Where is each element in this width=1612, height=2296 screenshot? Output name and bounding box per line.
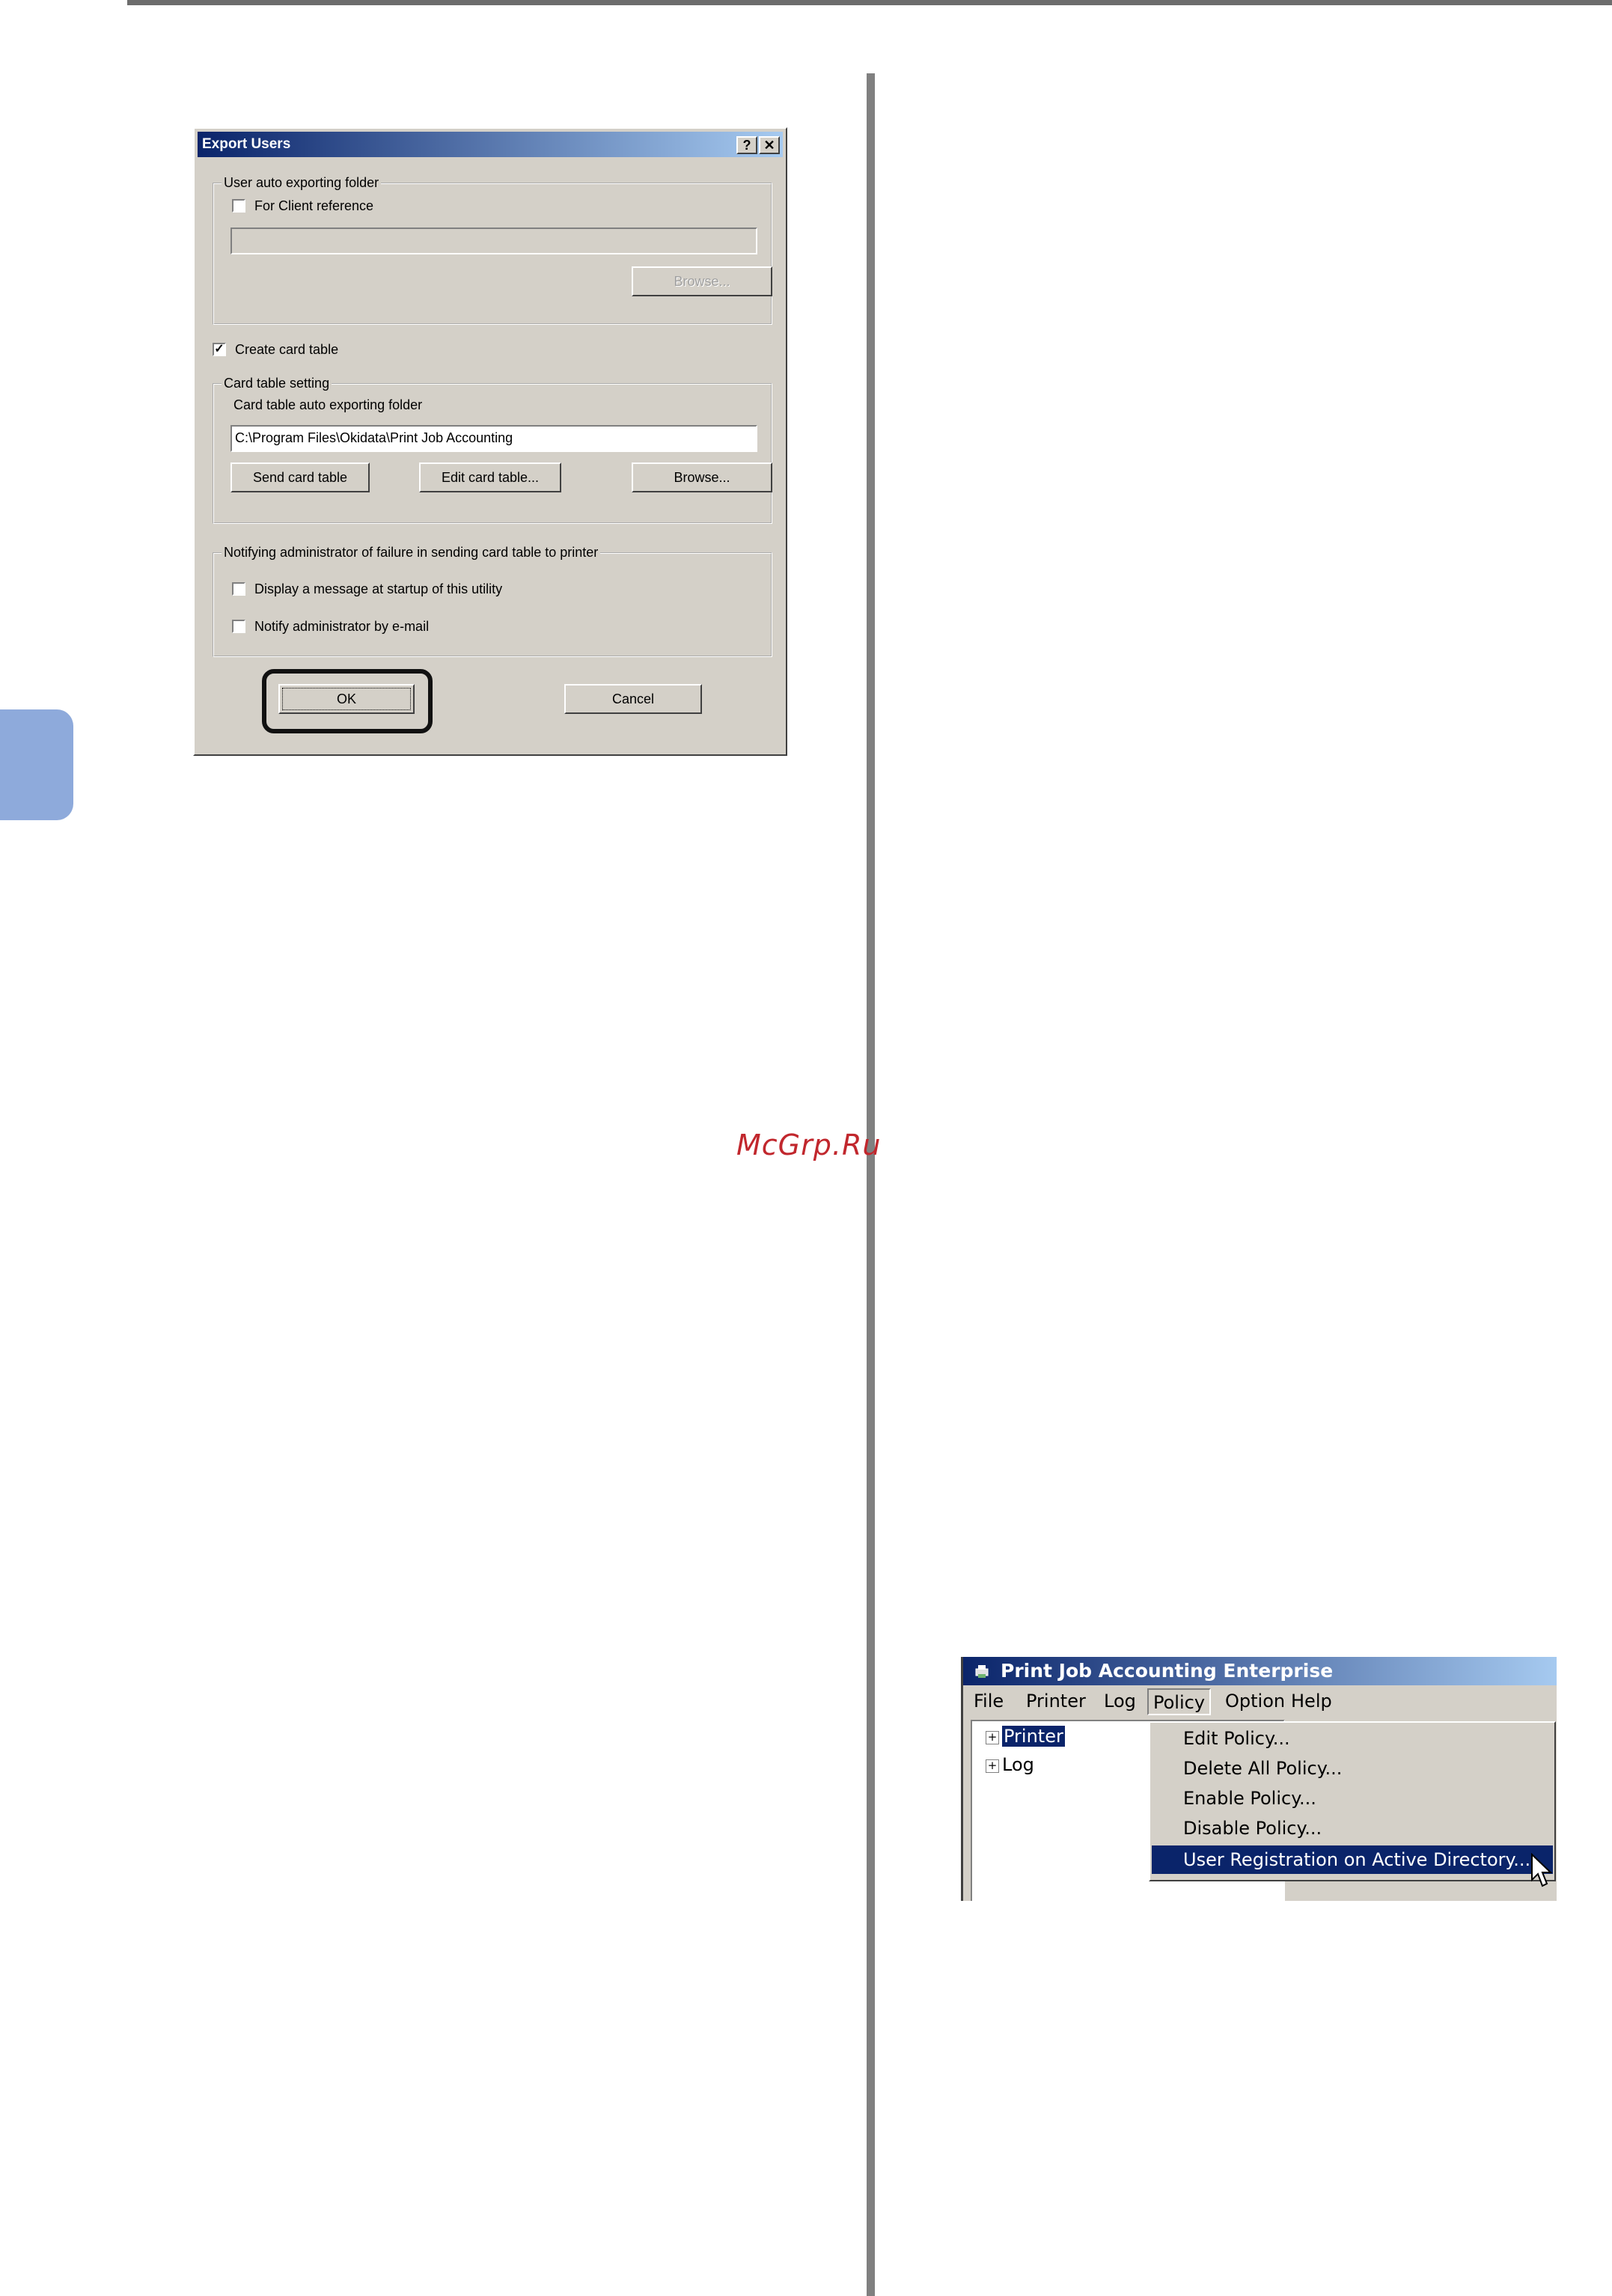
menu-help[interactable]: Help bbox=[1286, 1688, 1337, 1715]
card-folder-label: Card table auto exporting folder bbox=[233, 397, 423, 412]
edit-card-table-button[interactable]: Edit card table... bbox=[419, 462, 561, 492]
notify-email-label: Notify administrator by e-mail bbox=[254, 619, 430, 634]
create-card-table-checkbox[interactable]: ✓ bbox=[213, 343, 226, 356]
expand-icon[interactable]: + bbox=[986, 1759, 999, 1773]
tree-label-log[interactable]: Log bbox=[1002, 1754, 1034, 1775]
menu-option[interactable]: Option bbox=[1221, 1688, 1289, 1715]
menu-item-delete-all-policy[interactable]: Delete All Policy... bbox=[1152, 1754, 1553, 1783]
policy-dropdown-menu: Edit Policy... Delete All Policy... Enab… bbox=[1149, 1721, 1556, 1881]
chapter-tab bbox=[0, 709, 73, 820]
pja-window: Print Job Accounting Enterprise File Pri… bbox=[961, 1657, 1557, 1901]
client-folder-path-field[interactable] bbox=[230, 228, 757, 254]
menu-file[interactable]: File bbox=[969, 1688, 1008, 1715]
ok-button-callout bbox=[262, 669, 433, 733]
tree-node-log[interactable]: + Log bbox=[986, 1754, 1034, 1777]
column-divider bbox=[867, 73, 875, 2296]
menu-item-user-registration-ad[interactable]: User Registration on Active Directory... bbox=[1152, 1845, 1553, 1874]
top-rule bbox=[127, 0, 1612, 5]
tree-node-printer[interactable]: + Printer bbox=[986, 1725, 1066, 1748]
auto-folder-group: User auto exporting folder For Client re… bbox=[213, 174, 772, 325]
client-reference-label: For Client reference bbox=[254, 198, 374, 213]
display-message-label: Display a message at startup of this uti… bbox=[254, 581, 503, 596]
notify-legend: Notifying administrator of failure in se… bbox=[222, 544, 601, 561]
card-browse-button[interactable]: Browse... bbox=[632, 462, 772, 492]
client-reference-checkbox[interactable] bbox=[232, 199, 245, 213]
notify-group: Notifying administrator of failure in se… bbox=[213, 544, 772, 657]
close-button[interactable]: ✕ bbox=[759, 136, 780, 154]
mouse-pointer-icon bbox=[1531, 1853, 1553, 1887]
dialog-title: Export Users bbox=[202, 136, 291, 152]
expand-icon[interactable]: + bbox=[986, 1731, 999, 1744]
card-table-legend: Card table setting bbox=[222, 375, 332, 391]
dialog-title-bar: Export Users ? ✕ bbox=[198, 132, 783, 157]
menu-policy[interactable]: Policy bbox=[1147, 1688, 1212, 1715]
pja-title-bar: Print Job Accounting Enterprise bbox=[963, 1657, 1557, 1685]
client-browse-button[interactable]: Browse... bbox=[632, 266, 772, 296]
notify-email-checkbox[interactable] bbox=[232, 620, 245, 633]
menu-item-disable-policy[interactable]: Disable Policy... bbox=[1152, 1814, 1553, 1842]
help-button[interactable]: ? bbox=[736, 136, 757, 154]
menu-bar: File Printer Log Policy Option Help bbox=[963, 1685, 1557, 1718]
display-message-checkbox[interactable] bbox=[232, 582, 245, 596]
menu-log[interactable]: Log bbox=[1099, 1688, 1141, 1715]
card-table-group: Card table setting Card table auto expor… bbox=[213, 375, 772, 524]
menu-printer[interactable]: Printer bbox=[1022, 1688, 1090, 1715]
card-folder-path-field[interactable]: C:\Program Files\Okidata\Print Job Accou… bbox=[230, 425, 757, 452]
tree-label-printer[interactable]: Printer bbox=[1001, 1725, 1066, 1747]
auto-folder-legend: User auto exporting folder bbox=[222, 174, 382, 191]
export-users-dialog: Export Users ? ✕ User auto exporting fol… bbox=[193, 127, 787, 756]
send-card-table-button[interactable]: Send card table bbox=[230, 462, 370, 492]
create-card-table-label: Create card table bbox=[235, 342, 339, 357]
watermark: McGrp.Ru bbox=[736, 1129, 882, 1161]
menu-item-enable-policy[interactable]: Enable Policy... bbox=[1152, 1784, 1553, 1813]
pja-title: Print Job Accounting Enterprise bbox=[1001, 1660, 1334, 1682]
printer-app-icon bbox=[975, 1665, 989, 1678]
menu-item-edit-policy[interactable]: Edit Policy... bbox=[1152, 1724, 1553, 1753]
cancel-button[interactable]: Cancel bbox=[564, 684, 702, 714]
